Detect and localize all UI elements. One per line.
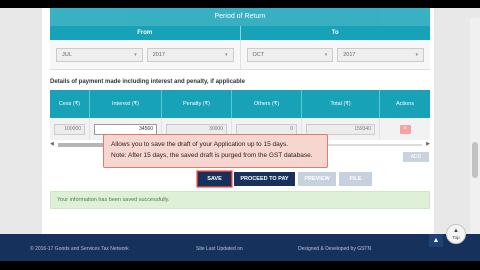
period-section-header: Period of Return [50,8,430,26]
scroll-up-icon[interactable]: ▲ [429,234,443,247]
header-penalty: Penalty (₹) [162,90,232,118]
action-buttons: SAVE PROCEED TO PAY PREVIEW FILE [198,172,372,186]
header-cess: Cess (₹) [50,90,90,118]
back-to-top-button[interactable]: ▲ Top [446,224,466,244]
page-scrollbar-thumb[interactable] [472,142,478,178]
proceed-to-pay-button[interactable]: PROCEED TO PAY [234,172,295,186]
header-total: Total (₹) [302,90,380,118]
chevron-down-icon: ▾ [415,52,418,58]
header-others: Others (₹) [232,90,302,118]
scroll-left-icon[interactable]: ◀ [50,141,54,147]
chevron-down-icon: ▾ [324,52,328,58]
success-message: Your information has been saved successf… [50,191,430,209]
letterbox-top [0,0,480,8]
page-vertical-scrollbar[interactable] [470,18,480,238]
preview-button[interactable]: PREVIEW [298,172,336,186]
to-column-header: To [331,30,339,36]
form-card: Period of Return From To JUL ▾ 2017 ▾ OCT ▾… [42,8,434,234]
total-value: 159340 [306,123,375,135]
to-year-select[interactable]: 2017 ▾ [337,48,424,62]
header-interest: Interest (₹) [90,90,162,118]
payment-table-header: Cess (₹) Interest (₹) Penalty (₹) Others… [50,90,430,118]
chevron-down-icon: ▾ [134,52,137,58]
to-month-select[interactable]: OCT ▾ [246,48,334,62]
cess-input[interactable]: 100000 [54,123,85,135]
save-button[interactable]: SAVE [198,172,231,186]
scroll-right-icon[interactable]: ▶ [426,141,430,147]
from-year-select[interactable]: 2017 ▾ [146,48,234,62]
back-to-top-label: Top [452,235,460,240]
tooltip-line-2: Note: After 15 days, the saved draft is … [111,152,313,159]
gst-page: Period of Return From To JUL ▾ 2017 ▾ OCT ▾… [0,8,480,261]
interest-input[interactable]: 34560 [94,123,157,135]
penalty-input[interactable]: 30000 [166,123,227,135]
letterbox-bottom [0,261,480,270]
period-row: JUL ▾ 2017 ▾ OCT ▾ 2017 ▾ [50,40,430,70]
tooltip-line-1: Allows you to save the draft of your App… [111,141,289,148]
from-cell: JUL ▾ 2017 ▾ [50,40,241,69]
from-month-select[interactable]: JUL ▾ [56,48,143,62]
file-button[interactable]: FILE [339,172,372,186]
payment-details-title: Details of payment made including intere… [50,79,245,85]
footer-copyright: © 2016-17 Goods and Services Tax Network [30,246,129,252]
to-cell: OCT ▾ 2017 ▾ [241,40,431,69]
footer-site-updated: Site Last Updated on [196,246,243,252]
add-button[interactable]: ADD [403,152,429,162]
footer-designed-by: Designed & Developed by GSTN [298,246,372,252]
others-input[interactable]: 0 [236,123,297,135]
from-column-header: From [50,26,241,40]
header-actions: Actions [395,101,415,107]
arrow-up-icon: ▲ [453,228,459,234]
delete-row-icon[interactable]: × [399,124,411,134]
site-footer: © 2016-17 Goods and Services Tax Network… [0,234,480,261]
period-table-header: From To [50,26,430,40]
chevron-down-icon: ▾ [224,52,228,58]
save-tooltip: Allows you to save the draft of your App… [103,134,328,168]
